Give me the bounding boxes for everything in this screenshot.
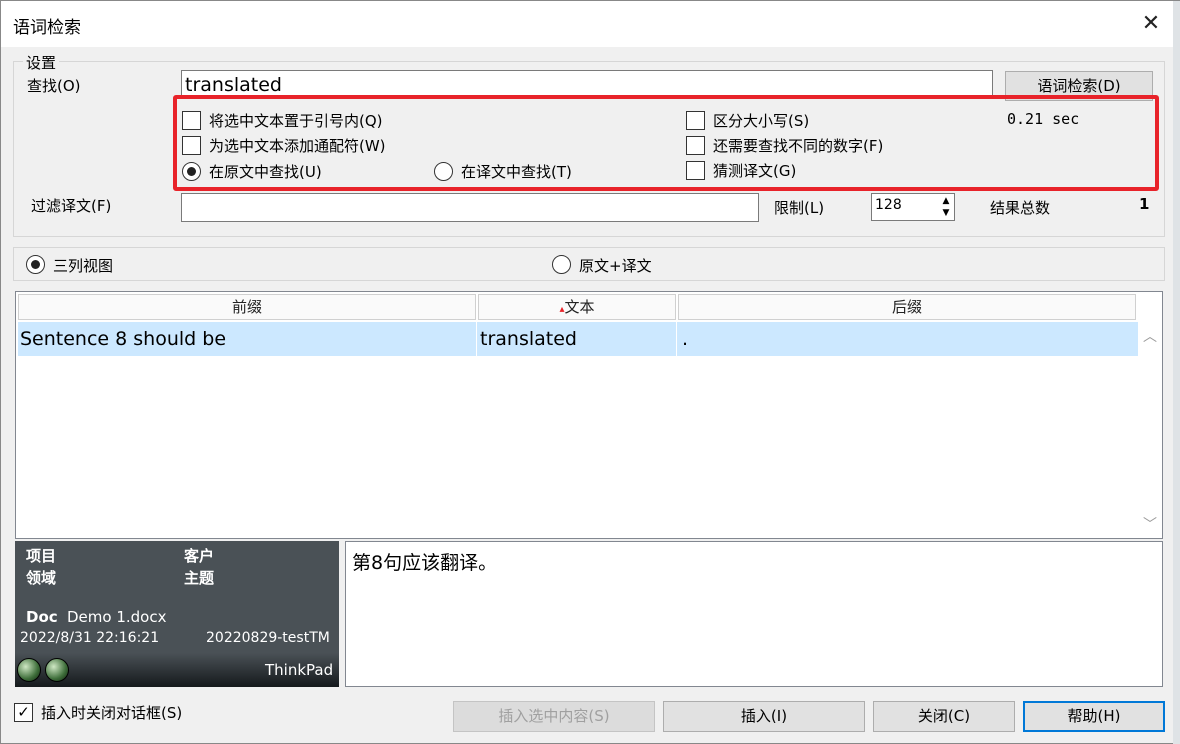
limit-stepper[interactable]: 128 ▲ ▼ bbox=[871, 193, 955, 221]
doc-label: Doc bbox=[26, 608, 58, 626]
user-name: ThinkPad bbox=[265, 661, 334, 679]
filter-label: 过滤译文(F) bbox=[31, 197, 112, 215]
insert-selected-button[interactable]: 插入选中内容(S) bbox=[453, 701, 655, 732]
results-list[interactable]: 前缀 ▴文本 后缀 Sentence 8 should be translate… bbox=[15, 291, 1163, 539]
document-info-panel: 项目 客户 领域 主题 Doc Demo 1.docx 2022/8/31 22… bbox=[15, 541, 339, 687]
column-header-suffix[interactable]: 后缀 bbox=[678, 294, 1136, 320]
close-icon[interactable]: ✕ bbox=[1131, 7, 1171, 41]
column-header-text-label: 文本 bbox=[564, 298, 595, 316]
source-target-view-radio[interactable] bbox=[552, 255, 571, 274]
close-on-insert-label: 插入时关闭对话框(S) bbox=[41, 704, 183, 722]
three-column-view-radio[interactable] bbox=[26, 255, 45, 274]
doc-datetime: 2022/8/31 22:16:21 bbox=[20, 630, 160, 646]
info-panel-footer: ThinkPad bbox=[15, 653, 339, 687]
find-label: 查找(O) bbox=[27, 77, 81, 95]
row-prefix-cell: Sentence 8 should be bbox=[20, 328, 227, 350]
three-column-view-label: 三列视图 bbox=[53, 257, 114, 275]
translation-preview[interactable]: 第8句应该翻译。 bbox=[345, 541, 1163, 687]
row-text-cell: translated bbox=[480, 328, 577, 350]
scroll-down-icon[interactable]: ﹀ bbox=[1143, 514, 1157, 534]
column-header-text[interactable]: ▴文本 bbox=[478, 294, 676, 320]
window-title: 语词检索 bbox=[13, 18, 81, 38]
globe-icon bbox=[45, 658, 69, 682]
stepper-up-icon[interactable]: ▲ bbox=[938, 195, 954, 207]
scroll-up-icon[interactable]: ︿ bbox=[1143, 326, 1157, 346]
find-input-value: translated bbox=[185, 74, 282, 96]
radio-selected-dot bbox=[31, 260, 40, 269]
insert-button[interactable]: 插入(I) bbox=[663, 701, 865, 732]
translation-preview-text: 第8句应该翻译。 bbox=[352, 552, 498, 574]
find-input[interactable]: translated bbox=[181, 70, 993, 98]
settings-group-label: 设置 bbox=[23, 52, 60, 73]
client-label: 客户 bbox=[184, 547, 215, 565]
help-button[interactable]: 帮助(H) bbox=[1023, 701, 1165, 732]
globe-icon bbox=[17, 658, 41, 682]
background-window-edge bbox=[1173, 1, 1180, 744]
limit-label: 限制(L) bbox=[774, 199, 825, 217]
close-button[interactable]: 关闭(C) bbox=[873, 701, 1015, 732]
column-divider bbox=[676, 322, 677, 356]
tm-name: 20220829-testTM bbox=[206, 630, 330, 646]
domain-label: 领域 bbox=[26, 569, 57, 587]
vertical-scrollbar[interactable] bbox=[1138, 322, 1162, 538]
project-label: 项目 bbox=[26, 547, 57, 565]
column-divider bbox=[476, 322, 477, 356]
total-results-label: 结果总数 bbox=[990, 199, 1051, 217]
limit-value: 128 bbox=[875, 197, 902, 213]
concordance-dialog: 语词检索 ✕ 设置 查找(O) translated 语词检索(D) 将选中文本… bbox=[0, 0, 1180, 744]
subject-label: 主题 bbox=[184, 569, 215, 587]
total-results-value: 1 bbox=[1139, 195, 1150, 213]
row-suffix-cell: . bbox=[682, 328, 689, 350]
stepper-down-icon[interactable]: ▼ bbox=[938, 207, 954, 219]
filter-input[interactable] bbox=[181, 193, 759, 222]
title-bar: 语词检索 ✕ bbox=[1, 1, 1179, 47]
source-target-view-label: 原文+译文 bbox=[579, 257, 652, 275]
doc-name: Demo 1.docx bbox=[67, 608, 167, 626]
highlight-annotation-box bbox=[173, 95, 1159, 191]
column-header-prefix[interactable]: 前缀 bbox=[18, 294, 476, 320]
close-on-insert-checkbox[interactable]: ✓ bbox=[14, 703, 33, 722]
